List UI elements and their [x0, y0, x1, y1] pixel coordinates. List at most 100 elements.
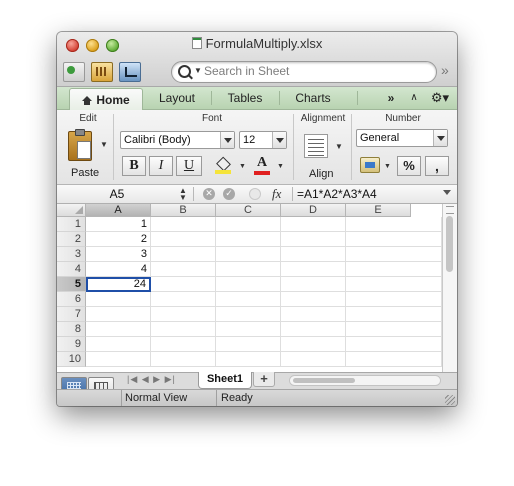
fill-color-bucket-icon[interactable]	[215, 159, 231, 174]
spreadsheet-grid[interactable]: A B C D E 1 1 2 2 3 3 4 4 5 24 6 7 8 9 10	[57, 204, 457, 372]
window-resize-grip[interactable]	[445, 395, 455, 405]
search-icon[interactable]	[178, 65, 191, 78]
cell-e2[interactable]	[346, 232, 442, 247]
cell-e5[interactable]	[346, 277, 442, 292]
align-button-label[interactable]: Align	[309, 168, 333, 180]
cell-e10[interactable]	[346, 352, 442, 367]
cell-b9[interactable]	[151, 337, 216, 352]
row-header-4[interactable]: 4	[57, 262, 86, 277]
underline-button[interactable]: U	[176, 156, 202, 176]
number-format-options-chevron-icon[interactable]: ▼	[384, 163, 391, 170]
select-all-corner[interactable]	[57, 204, 86, 217]
cell-a2[interactable]: 2	[86, 232, 151, 247]
search-field[interactable]: ▼	[171, 61, 437, 83]
cell-c1[interactable]	[216, 217, 281, 232]
cell-d9[interactable]	[281, 337, 346, 352]
column-header-d[interactable]: D	[281, 204, 346, 217]
cell-e3[interactable]	[346, 247, 442, 262]
formula-input[interactable]: =A1*A2*A3*A4	[297, 185, 377, 203]
number-format-chevron-down-icon[interactable]	[433, 130, 447, 146]
cell-a10[interactable]	[86, 352, 151, 367]
cell-b1[interactable]	[151, 217, 216, 232]
tab-home[interactable]: Home	[69, 88, 143, 110]
cell-e1[interactable]	[346, 217, 442, 232]
cell-c4[interactable]	[216, 262, 281, 277]
cell-c9[interactable]	[216, 337, 281, 352]
number-format-select[interactable]: General	[356, 129, 448, 147]
new-workbook-icon[interactable]	[63, 62, 85, 82]
cell-b2[interactable]	[151, 232, 216, 247]
fill-color-chevron-icon[interactable]: ▼	[239, 163, 246, 170]
row-header-6[interactable]: 6	[57, 292, 86, 307]
font-name-chevron-down-icon[interactable]	[220, 132, 234, 148]
tab-charts[interactable]: Charts	[283, 87, 343, 109]
cell-a7[interactable]	[86, 307, 151, 322]
font-size-chevron-down-icon[interactable]	[272, 132, 286, 148]
row-header-10[interactable]: 10	[57, 352, 86, 367]
sheet-navigation-arrows-icon[interactable]: |◀ ◀ ▶ ▶|	[127, 374, 176, 385]
name-box[interactable]: A5	[57, 185, 177, 203]
cell-c2[interactable]	[216, 232, 281, 247]
cell-a3[interactable]: 3	[86, 247, 151, 262]
ribbon-settings-gear-icon[interactable]: ⚙▾	[427, 87, 453, 109]
font-color-chevron-icon[interactable]: ▼	[277, 163, 284, 170]
open-folder-icon[interactable]	[119, 62, 141, 82]
cell-b7[interactable]	[151, 307, 216, 322]
cell-a5[interactable]: 24	[86, 277, 151, 292]
font-color-icon[interactable]: A	[254, 156, 270, 175]
align-options-chevron-icon[interactable]: ▼	[335, 142, 343, 151]
add-sheet-button[interactable]: +	[253, 372, 275, 387]
cell-a4[interactable]: 4	[86, 262, 151, 277]
cell-c7[interactable]	[216, 307, 281, 322]
cell-b8[interactable]	[151, 322, 216, 337]
sheet-tab-sheet1[interactable]: Sheet1	[198, 372, 252, 389]
italic-button[interactable]: I	[149, 156, 173, 176]
cell-a9[interactable]	[86, 337, 151, 352]
cell-b10[interactable]	[151, 352, 216, 367]
horizontal-scrollbar[interactable]	[289, 375, 441, 386]
column-header-b[interactable]: B	[151, 204, 216, 217]
tab-tables[interactable]: Tables	[215, 87, 275, 109]
cell-e7[interactable]	[346, 307, 442, 322]
column-header-e[interactable]: E	[346, 204, 411, 217]
cell-b6[interactable]	[151, 292, 216, 307]
cell-d2[interactable]	[281, 232, 346, 247]
cell-d7[interactable]	[281, 307, 346, 322]
confirm-edit-icon[interactable]: ✓	[223, 188, 235, 200]
row-header-3[interactable]: 3	[57, 247, 86, 262]
font-name-select[interactable]: Calibri (Body)	[120, 131, 235, 149]
cell-d8[interactable]	[281, 322, 346, 337]
cell-d1[interactable]	[281, 217, 346, 232]
cell-c6[interactable]	[216, 292, 281, 307]
cancel-edit-icon[interactable]: ✕	[203, 188, 215, 200]
row-header-2[interactable]: 2	[57, 232, 86, 247]
vertical-scroll-thumb[interactable]	[446, 216, 453, 272]
cell-d4[interactable]	[281, 262, 346, 277]
cell-c5[interactable]	[216, 277, 281, 292]
align-text-icon[interactable]	[304, 134, 328, 158]
search-options-chevron-icon[interactable]: ▼	[194, 66, 202, 75]
row-header-5[interactable]: 5	[57, 277, 86, 292]
toolbar-overflow-icon[interactable]: »	[441, 62, 449, 78]
cell-a1[interactable]: 1	[86, 217, 151, 232]
paste-options-chevron-icon[interactable]: ▼	[100, 140, 108, 149]
cell-b4[interactable]	[151, 262, 216, 277]
cell-e8[interactable]	[346, 322, 442, 337]
column-header-a[interactable]: A	[86, 204, 151, 217]
cell-c3[interactable]	[216, 247, 281, 262]
cell-d10[interactable]	[281, 352, 346, 367]
insert-function-icon[interactable]: fx	[272, 186, 281, 202]
cell-d5[interactable]	[281, 277, 346, 292]
split-handle[interactable]	[446, 206, 454, 214]
number-format-options-icon[interactable]	[360, 157, 380, 173]
cell-c10[interactable]	[216, 352, 281, 367]
font-size-select[interactable]: 12	[239, 131, 287, 149]
collapse-ribbon-icon[interactable]: ∧	[407, 87, 421, 109]
row-header-7[interactable]: 7	[57, 307, 86, 322]
cell-e6[interactable]	[346, 292, 442, 307]
search-input[interactable]	[204, 63, 424, 79]
templates-icon[interactable]	[91, 62, 113, 82]
tab-layout[interactable]: Layout	[147, 87, 207, 109]
cell-c8[interactable]	[216, 322, 281, 337]
bold-button[interactable]: B	[122, 156, 146, 176]
